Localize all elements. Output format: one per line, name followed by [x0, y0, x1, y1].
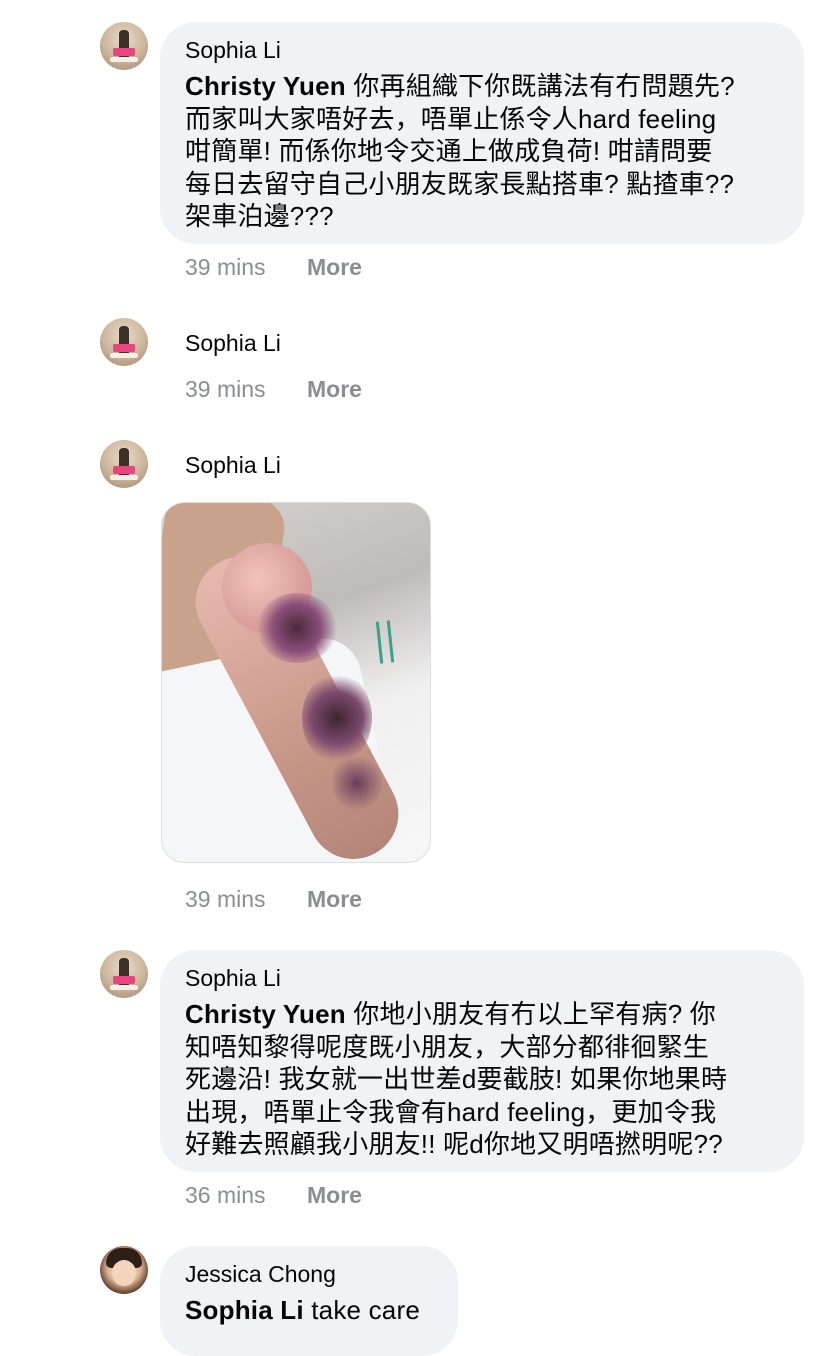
more-button[interactable]: More	[307, 254, 362, 281]
avatar-badge	[113, 344, 135, 352]
comment-text: Christy Yuen 你再組織下你既講法有冇問題先? 而家叫大家唔好去，唔單…	[185, 70, 780, 233]
avatar-face	[112, 1260, 136, 1286]
comment-photo[interactable]	[161, 502, 431, 863]
more-button[interactable]: More	[307, 886, 362, 913]
avatar[interactable]	[100, 318, 148, 366]
avatar-badge	[113, 466, 135, 474]
mention-link[interactable]: Sophia Li	[185, 1295, 304, 1325]
avatar-caption	[110, 57, 138, 62]
comment-meta: 36 mins More	[185, 1182, 362, 1209]
comment-meta: 39 mins More	[185, 254, 362, 281]
comment-meta: 39 mins More	[185, 886, 362, 913]
comment-time[interactable]: 39 mins	[185, 886, 307, 913]
comment-author[interactable]: Jessica Chong	[185, 1260, 434, 1288]
avatar-badge	[113, 976, 135, 984]
comment-bubble: Sophia Li Christy Yuen 你地小朋友有冇以上罕有病? 你 知…	[160, 950, 804, 1172]
avatar-badge	[113, 48, 135, 56]
avatar[interactable]	[100, 950, 148, 998]
photo-bruise	[332, 753, 382, 813]
photo-bruise	[257, 593, 337, 663]
comment-bubble: Sophia Li Christy Yuen 你再組織下你既講法有冇問題先? 而…	[160, 22, 804, 244]
more-button[interactable]: More	[307, 1182, 362, 1209]
comment-time[interactable]: 36 mins	[185, 1182, 307, 1209]
comment-text: Sophia Li take care	[185, 1294, 434, 1327]
comment-author[interactable]: Sophia Li	[185, 36, 780, 64]
avatar-caption	[110, 353, 138, 358]
comment-meta: 39 mins More	[185, 376, 362, 403]
comment-author[interactable]: Sophia Li	[185, 451, 281, 479]
comment-text: Christy Yuen 你地小朋友有冇以上罕有病? 你 知唔知黎得呢度既小朋友…	[185, 998, 780, 1161]
more-button[interactable]: More	[307, 376, 362, 403]
comment-bubble: Jessica Chong Sophia Li take care	[160, 1246, 458, 1356]
comment-author[interactable]: Sophia Li	[185, 964, 780, 992]
avatar[interactable]	[100, 1246, 148, 1294]
comment-body: take care	[303, 1295, 420, 1325]
comment-time[interactable]: 39 mins	[185, 376, 307, 403]
comment-author[interactable]: Sophia Li	[185, 329, 281, 357]
mention-link[interactable]: Christy Yuen	[185, 999, 346, 1029]
comment-time[interactable]: 39 mins	[185, 254, 307, 281]
avatar-caption	[110, 985, 138, 990]
mention-link[interactable]: Christy Yuen	[185, 71, 346, 101]
avatar-caption	[110, 475, 138, 480]
avatar[interactable]	[100, 22, 148, 70]
photo-green-mark	[375, 620, 395, 664]
avatar[interactable]	[100, 440, 148, 488]
photo-bruise	[302, 673, 372, 763]
